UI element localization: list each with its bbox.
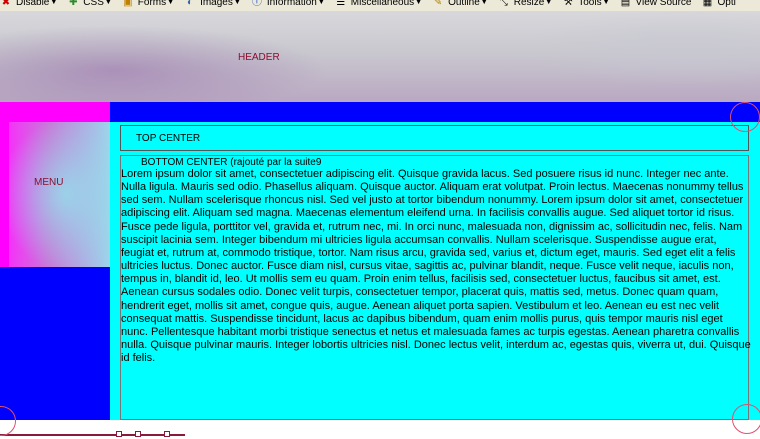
- toolbar-options-label: Opti: [717, 0, 736, 8]
- chevron-down-icon: ▼: [104, 0, 112, 6]
- chevron-down-icon: ▼: [233, 0, 241, 6]
- toolbar-miscellaneous[interactable]: ☰ Miscellaneous ▼: [335, 0, 422, 9]
- toolbar-tools-label: Tools: [578, 0, 602, 8]
- toolbar-options[interactable]: ▦ Opti: [702, 0, 736, 9]
- toolbar-tools[interactable]: ⚒ Tools ▼: [562, 0, 610, 9]
- menu-left-border: [0, 122, 9, 267]
- corner-marker-top-right: [730, 102, 760, 132]
- resize-guide-line: [0, 434, 185, 436]
- blue-strip: [110, 102, 760, 122]
- toolbar-images-label: Images: [200, 0, 233, 8]
- outline-icon: ✎: [433, 0, 443, 8]
- toolbar-disable[interactable]: ✖ Disable ▼: [0, 0, 58, 9]
- toolbar-disable-label: Disable: [16, 0, 50, 8]
- chevron-down-icon: ▼: [167, 0, 175, 6]
- toolbar-forms-label: Forms: [137, 0, 167, 8]
- tools-icon: ⚒: [563, 0, 573, 8]
- disable-icon: ✖: [1, 0, 11, 8]
- information-icon: ⓘ: [251, 0, 262, 8]
- toolbar-view-source[interactable]: ▤ View Source: [620, 0, 692, 9]
- chevron-down-icon: ▼: [545, 0, 553, 6]
- left-column-bottom: [0, 267, 110, 420]
- header-region: HEADER: [0, 11, 760, 102]
- resize-handle-middle[interactable]: [135, 431, 141, 437]
- toolbar-resize[interactable]: ⤡ Resize ▼: [498, 0, 553, 9]
- toolbar-outline-label: Outline: [448, 0, 480, 8]
- toolbar-information[interactable]: ⓘ Information ▼: [251, 0, 325, 9]
- images-icon: ◐: [187, 0, 194, 8]
- chevron-down-icon: ▼: [415, 0, 423, 6]
- toolbar-css[interactable]: ✚ CSS ▼: [67, 0, 112, 9]
- corner-marker-bottom-right: [732, 404, 760, 434]
- bottom-center-box: BOTTOM CENTER (rajouté par la suite9 Lor…: [120, 155, 751, 420]
- resize-icon: ⤡: [499, 0, 508, 8]
- bottom-band: [0, 420, 760, 439]
- chevron-down-icon: ▼: [50, 0, 58, 6]
- toolbar-information-label: Information: [266, 0, 317, 8]
- toolbar-forms[interactable]: ▣ Forms ▼: [122, 0, 174, 9]
- left-column-top: [0, 102, 110, 122]
- header-label: HEADER: [238, 52, 280, 63]
- resize-handle-right[interactable]: [164, 431, 170, 437]
- toolbar-outline[interactable]: ✎ Outline ▼: [432, 0, 488, 9]
- bottom-center-title: BOTTOM CENTER (rajouté par la suite9: [141, 157, 322, 168]
- menu-region: [0, 122, 110, 267]
- view-source-icon: ▤: [620, 0, 631, 8]
- resize-handle-left[interactable]: [116, 431, 122, 437]
- toolbar-view-source-label: View Source: [635, 0, 692, 8]
- menu-label: MENU: [34, 177, 64, 188]
- toolbar-css-label: CSS: [83, 0, 104, 8]
- chevron-down-icon: ▼: [317, 0, 325, 6]
- top-center-label: TOP CENTER: [136, 133, 201, 144]
- top-center-box: TOP CENTER: [120, 125, 749, 151]
- css-icon: ✚: [69, 0, 78, 8]
- forms-icon: ▣: [123, 0, 133, 8]
- toolbar-images[interactable]: ◐ Images ▼: [184, 0, 241, 9]
- bottom-center-text: Lorem ipsum dolor sit amet, consectetuer…: [121, 168, 751, 365]
- chevron-down-icon: ▼: [602, 0, 610, 6]
- toolbar-resize-label: Resize: [513, 0, 545, 8]
- miscellaneous-icon: ☰: [336, 0, 346, 8]
- web-developer-toolbar: ✖ Disable ▼ ✚ CSS ▼ ▣ Forms ▼ ◐ Images ▼ ⓘ I…: [0, 0, 760, 11]
- toolbar-miscellaneous-label: Miscellaneous: [350, 0, 415, 8]
- options-icon: ▦: [702, 0, 713, 8]
- chevron-down-icon: ▼: [480, 0, 488, 6]
